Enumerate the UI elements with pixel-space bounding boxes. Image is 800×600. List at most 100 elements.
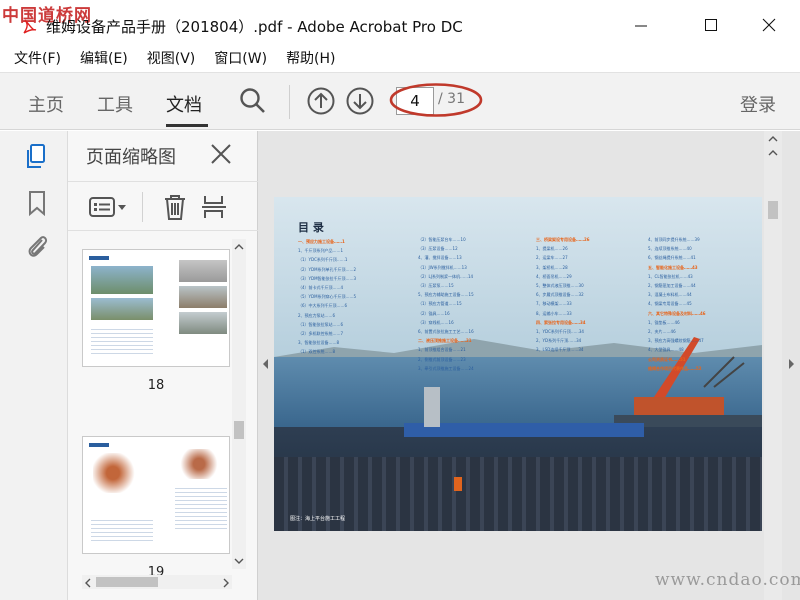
thumbnail-photo — [91, 298, 153, 320]
next-page-icon[interactable] — [345, 86, 375, 116]
scrollbar-thumb[interactable] — [234, 421, 244, 439]
close-panel-icon[interactable] — [210, 143, 232, 165]
toc-entry[interactable]: 五、智能化施工设备……43 — [648, 265, 698, 270]
toc-entry[interactable]: 一、预应力施工设备……1 — [298, 239, 345, 244]
scrollbar-thumb[interactable] — [768, 201, 778, 219]
collapse-right-arrow-icon[interactable] — [788, 358, 796, 370]
page-worker — [454, 477, 462, 491]
search-icon[interactable] — [238, 86, 268, 116]
scroll-left-arrow-icon[interactable] — [84, 578, 92, 588]
toc-entry[interactable]: （5）YDM系列穿心千斤顶……5 — [298, 294, 356, 299]
tab-tools[interactable]: 工具 — [97, 91, 133, 117]
toc-entry[interactable]: 5、连续顶推系统……40 — [648, 246, 692, 251]
toc-entry[interactable]: 2、钢筋笼加工设备……44 — [648, 283, 696, 288]
thumbnails-horizontal-scrollbar[interactable] — [82, 575, 232, 589]
document-vertical-scrollbar[interactable] — [764, 131, 782, 600]
page-tower — [424, 387, 440, 427]
toc-entry[interactable]: （1）双控系统……8 — [298, 349, 335, 354]
toc-entry[interactable]: 6、步履式顶推设备……32 — [536, 292, 584, 297]
delete-page-icon[interactable] — [162, 193, 188, 221]
bookmarks-icon[interactable] — [24, 189, 50, 217]
toc-entry[interactable]: 二、液压顶推施工设备……21 — [418, 338, 472, 343]
minimize-button[interactable] — [618, 10, 664, 40]
toc-entry[interactable]: 3、架桥机……28 — [536, 265, 568, 270]
crop-page-icon[interactable] — [202, 193, 228, 221]
thumbnails-vertical-scrollbar[interactable] — [232, 239, 246, 569]
toc-entry[interactable]: 3、混凝土布料机……44 — [648, 292, 692, 297]
toc-entry[interactable]: 1、YDC系列千斤顶……34 — [536, 329, 584, 334]
toc-entry[interactable]: 1、锚垫板……46 — [648, 320, 680, 325]
toc-entry[interactable]: 3、智能张拉设备……8 — [298, 340, 339, 345]
toc-entry[interactable]: （2）LJ系列制浆一体机……14 — [418, 274, 473, 279]
attachments-icon[interactable] — [24, 232, 50, 260]
thumbnail-page-19[interactable] — [82, 436, 230, 554]
toc-entry[interactable]: 2、夹片……46 — [648, 329, 676, 334]
toc-entry[interactable]: 维姆合作项目代表作品……52 — [648, 366, 702, 371]
toc-entry[interactable]: （1）YDC系列千斤顶……1 — [298, 257, 347, 262]
toc-entry[interactable]: 3、预应力高强螺纹钢筋……47 — [648, 338, 704, 343]
toc-entry[interactable]: 3、LSD连续千斤顶……34 — [536, 347, 583, 352]
collapse-left-arrow-icon[interactable] — [261, 358, 269, 370]
thumbnail-photo — [91, 266, 153, 294]
close-window-button[interactable] — [746, 10, 792, 40]
toc-entry[interactable]: （3）YDM智能张拉千斤顶……3 — [298, 276, 356, 281]
maximize-button[interactable] — [688, 10, 734, 40]
toc-entry[interactable]: 公司资质证书……51 — [648, 357, 686, 362]
menu-help[interactable]: 帮助(H) — [286, 48, 335, 68]
toc-entry[interactable]: 6、前置式张拉施工工艺……16 — [418, 329, 474, 334]
toc-entry[interactable]: （2）智能压浆台车……10 — [418, 237, 466, 242]
menu-edit[interactable]: 编辑(E) — [80, 48, 128, 68]
toc-entry[interactable]: 5、预应力辅助施工设备……15 — [418, 292, 474, 297]
menu-window[interactable]: 窗口(W) — [214, 48, 267, 68]
toc-entry[interactable]: 2、运梁车……27 — [536, 255, 568, 260]
toc-entry[interactable]: 6、钢丝绳提升系统……41 — [648, 255, 696, 260]
toc-entry[interactable]: 5、整体式液压顶推……30 — [536, 283, 584, 288]
thumbnail-page-18[interactable] — [82, 249, 230, 367]
toc-entry[interactable]: 1、前顶推组合设备……21 — [418, 347, 466, 352]
toc-entry[interactable]: 2、预应力泵站……6 — [298, 313, 335, 318]
toc-entry[interactable]: 三、桥梁架设专用设备……26 — [536, 237, 590, 242]
toc-entry[interactable]: （1）JW系列搅拌机……13 — [418, 265, 467, 270]
toc-entry[interactable]: 4、桥面吊机……29 — [536, 274, 572, 279]
toc-entry[interactable]: （3）压浆泵……15 — [418, 283, 454, 288]
toc-entry[interactable]: 2、侧推式前顶设备……23 — [418, 357, 466, 362]
toc-entry[interactable]: （1）预应力管道……15 — [418, 301, 462, 306]
toc-entry[interactable]: 1、提梁机……26 — [536, 246, 568, 251]
page-thumbnails-icon[interactable] — [24, 143, 50, 171]
tab-home[interactable]: 主页 — [28, 91, 64, 117]
thumbnail-logo — [89, 256, 109, 260]
toc-entry[interactable]: （6）中大系列千斤顶……6 — [298, 303, 347, 308]
document-view[interactable]: 目 录 一、预应力施工设备……1 1、千斤顶系列产品……1 （1）YDC系列千斤顶…… — [258, 131, 800, 600]
scroll-right-arrow-icon[interactable] — [222, 578, 230, 588]
toc-entry[interactable]: 2、YD系列千斤顶……34 — [536, 338, 581, 343]
toc-entry[interactable]: （3）压浆设备……12 — [418, 246, 458, 251]
scroll-up-arrow-icon[interactable] — [234, 243, 244, 251]
scroll-down-arrow-icon[interactable] — [234, 557, 244, 565]
toc-entry[interactable]: （4）前卡式千斤顶……4 — [298, 285, 343, 290]
options-menu-icon[interactable] — [88, 194, 128, 220]
toc-entry[interactable]: 4、前顶同步提升系统……39 — [648, 237, 700, 242]
tab-document[interactable]: 文档 — [166, 91, 202, 117]
toc-entry[interactable]: 4、大型锚具……48 — [648, 347, 684, 352]
toc-entry[interactable]: 4、灌、搅拌设备……13 — [418, 255, 462, 260]
toc-entry[interactable]: （2）锚具……16 — [418, 311, 450, 316]
toc-entry[interactable]: （2）YDM系列单孔千斤顶……2 — [298, 267, 356, 272]
login-link[interactable]: 登录 — [740, 91, 776, 117]
toc-entry[interactable]: 1、千斤顶系列产品……1 — [298, 248, 343, 253]
toc-entry[interactable]: 六、其它特殊设备及材料……46 — [648, 311, 706, 316]
toc-entry[interactable]: 1、CL智能张拉机……43 — [648, 274, 693, 279]
scrollbar-thumb[interactable] — [96, 577, 158, 587]
scroll-up-arrow-icon[interactable] — [768, 149, 778, 157]
scroll-up-arrow-icon[interactable] — [768, 135, 778, 143]
toc-entry[interactable]: 四、索张拉专用设备……34 — [536, 320, 586, 325]
toc-entry[interactable]: （2）多机联控系统……7 — [298, 331, 343, 336]
menu-view[interactable]: 视图(V) — [147, 48, 196, 68]
toc-entry[interactable]: （3）穿线机……16 — [418, 320, 454, 325]
toc-entry[interactable]: 8、运输小车……33 — [536, 311, 572, 316]
toc-entry[interactable]: 3、牵引式顶推施工设备……24 — [418, 366, 474, 371]
previous-page-icon[interactable] — [306, 86, 336, 116]
menu-file[interactable]: 文件(F) — [14, 48, 61, 68]
toc-entry[interactable]: 4、钢梁专用设备……45 — [648, 301, 692, 306]
toc-entry[interactable]: 7、移动模架……33 — [536, 301, 572, 306]
toc-entry[interactable]: （1）智能张拉泵站……6 — [298, 322, 343, 327]
